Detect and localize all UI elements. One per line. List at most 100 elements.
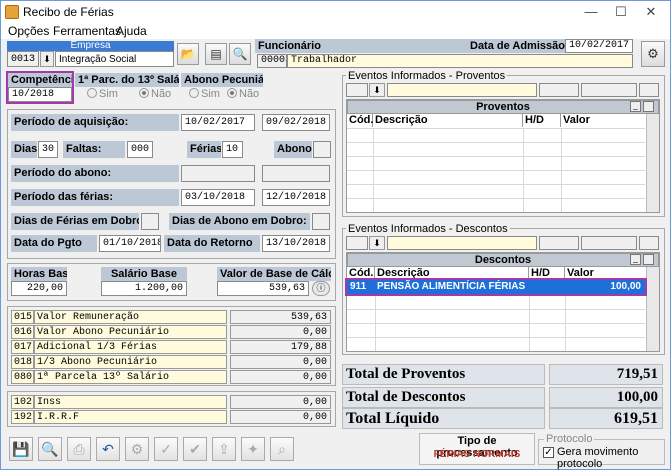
abono-sim-radio[interactable]: Sim	[189, 88, 220, 100]
descontos-valor-input[interactable]	[581, 236, 637, 250]
faltas-field[interactable]: 000	[127, 141, 153, 158]
periodo-aquisicao-fim[interactable]: 09/02/2018	[262, 114, 330, 131]
abono-dias-field[interactable]	[313, 141, 331, 158]
ferias-field[interactable]: 10	[222, 141, 243, 158]
protocolo-checkbox[interactable]: ✓	[543, 447, 554, 458]
proventos-desc-input[interactable]	[387, 83, 537, 97]
tools-icon[interactable]: ✦	[241, 437, 265, 461]
verba-desc: 1ª Parcela 13º Salário	[34, 370, 227, 384]
periodo-ferias-fim[interactable]: 12/10/2018	[262, 189, 330, 206]
export-icon[interactable]: ⇪	[212, 437, 236, 461]
verba-code: 016	[11, 325, 34, 339]
menu-ferramentas[interactable]: Ferramentas	[53, 24, 121, 38]
settings-icon[interactable]: ⚙	[125, 437, 149, 461]
save-icon[interactable]: 💾	[9, 437, 33, 461]
grid-col-line	[523, 128, 524, 212]
parc13-sim-label: Sim	[99, 88, 118, 100]
retorno-field[interactable]: 13/10/2018	[262, 235, 330, 252]
zoom-icon[interactable]: ⌕	[270, 437, 294, 461]
proventos-scrollbar[interactable]	[646, 114, 659, 212]
maximize-grid-icon[interactable]	[643, 254, 654, 265]
grid-row-line	[347, 184, 645, 185]
total-liquido-value: 619,51	[549, 408, 663, 429]
dias-field[interactable]: 30	[38, 141, 58, 158]
grid-col-line	[561, 128, 562, 212]
ferias-dobro-field[interactable]	[141, 213, 159, 230]
verba-code: 015	[11, 310, 34, 324]
proventos-valor-input[interactable]	[581, 83, 637, 97]
descontos-scrollbar[interactable]	[646, 267, 659, 351]
abono-dobro-field[interactable]	[312, 213, 330, 230]
funcionario-code[interactable]: 00003	[257, 54, 287, 68]
verba-value: 0,00	[230, 395, 331, 409]
verba-code: 102	[11, 395, 34, 409]
menu-opcoes[interactable]: Opções	[8, 24, 49, 38]
proventos-col-hd: H/D	[523, 114, 561, 127]
abono-sim-label: Sim	[201, 88, 220, 100]
abono-nao-radio[interactable]: Não	[227, 88, 259, 100]
app-icon	[5, 5, 19, 19]
undo-icon[interactable]: ↶	[96, 437, 120, 461]
selection-highlight	[345, 278, 647, 296]
check-icon[interactable]: ✓	[154, 437, 178, 461]
empresa-code[interactable]: 0013	[7, 51, 39, 67]
competencia-field[interactable]: 10/2018	[8, 87, 72, 102]
empresa-lookup-icon[interactable]: ⬇	[40, 51, 54, 67]
proventos-lookup-icon[interactable]: ⬇	[369, 83, 385, 97]
funcionario-name: Trabalhador	[287, 54, 633, 68]
maximize-button[interactable]: ☐	[606, 3, 636, 21]
parc13-sim-radio[interactable]: Sim	[87, 88, 118, 100]
verba-code: 080	[11, 370, 34, 384]
admissao-field[interactable]: 10/02/2017	[565, 39, 633, 53]
search-icon[interactable]: 🔍	[38, 437, 62, 461]
processamento-value: FÉRIAS NORMAIS	[433, 449, 521, 460]
minimize-button[interactable]: —	[576, 3, 606, 21]
pgto-label: Data do Pgto	[11, 235, 97, 252]
periodo-abono-fim[interactable]	[262, 165, 330, 182]
salario-base-label: Salário Base	[101, 267, 187, 281]
minimize-grid-icon[interactable]: _	[630, 254, 641, 265]
maximize-grid-icon[interactable]	[643, 101, 654, 112]
close-button[interactable]: ✕	[636, 3, 666, 21]
grid-col-line	[565, 295, 566, 351]
proventos-title: Proventos	[476, 101, 530, 113]
print-icon[interactable]: ⎙	[67, 437, 91, 461]
grid-col-line	[373, 128, 374, 212]
parc13-nao-radio[interactable]: Não	[139, 88, 171, 100]
grid-col-line	[529, 295, 530, 351]
horas-base-field[interactable]: 220,00	[11, 281, 67, 296]
abono-dias-label: Abono:	[274, 141, 312, 158]
menu-ajuda[interactable]: Ajuda	[116, 24, 147, 38]
proventos-group-label: Eventos Informados - Proventos	[346, 70, 508, 82]
pgto-field[interactable]: 01/10/2018	[99, 235, 161, 252]
main-window: Recibo de Férias — ☐ ✕ Opções Ferramenta…	[0, 0, 671, 470]
base-calculo-label: Valor de Base de Cálculo	[217, 267, 331, 281]
faltas-label: Faltas:	[63, 141, 125, 158]
salario-base-field[interactable]: 1.200,00	[101, 281, 187, 296]
total-descontos-value: 100,00	[549, 387, 663, 408]
verba-desc: Valor Remuneração	[34, 310, 227, 324]
verba-code: 017	[11, 340, 34, 354]
protocolo-check-label: Gera movimento protocolo	[557, 446, 639, 470]
periodo-aquisicao-inicio[interactable]: 10/02/2017	[181, 114, 255, 131]
proventos-code-input[interactable]	[346, 83, 368, 97]
minimize-grid-icon[interactable]: _	[630, 101, 641, 112]
periodo-abono-inicio[interactable]	[181, 165, 255, 182]
descontos-extra-input[interactable]	[639, 236, 659, 250]
periodo-ferias-inicio[interactable]: 03/10/2018	[181, 189, 255, 206]
print-preview-button[interactable]: ▤	[205, 43, 227, 65]
search-button[interactable]: 🔍	[229, 43, 251, 65]
check-all-icon[interactable]: ✔	[183, 437, 207, 461]
descontos-lookup-icon[interactable]: ⬇	[369, 236, 385, 250]
grid-row-line	[347, 170, 645, 171]
proventos-extra-input[interactable]	[639, 83, 659, 97]
descontos-code-input[interactable]	[346, 236, 368, 250]
descontos-desc-input[interactable]	[387, 236, 537, 250]
calculate-button[interactable]: ⚙	[641, 41, 665, 67]
info-icon[interactable]: ⓘ	[312, 281, 330, 296]
descontos-hd-input[interactable]	[539, 236, 579, 250]
base-calculo-field[interactable]: 539,63	[217, 281, 309, 296]
open-folder-button[interactable]: 📂	[177, 43, 199, 65]
window-title: Recibo de Férias	[23, 5, 114, 19]
proventos-hd-input[interactable]	[539, 83, 579, 97]
